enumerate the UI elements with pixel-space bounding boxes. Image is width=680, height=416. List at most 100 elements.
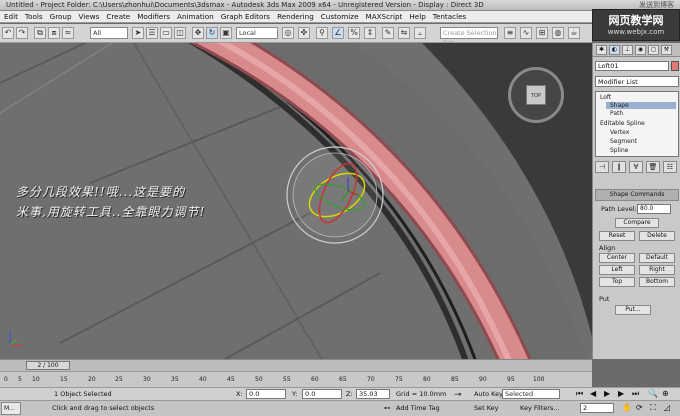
menu-animation[interactable]: Animation <box>177 12 214 21</box>
y-coordinate-field[interactable]: 0.0 <box>302 389 342 399</box>
align-icon[interactable]: ⫠ <box>414 27 426 39</box>
stack-item-segment[interactable]: Segment <box>610 138 637 145</box>
stack-item-spline[interactable]: Spline <box>610 147 628 154</box>
rotate-gizmo[interactable] <box>286 146 384 244</box>
align-center-button[interactable]: Center <box>599 253 635 263</box>
align-left-button[interactable]: Left <box>599 265 635 275</box>
menu-rendering[interactable]: Rendering <box>277 12 314 21</box>
maximize-viewport-icon[interactable]: ⛶ <box>650 403 656 413</box>
menu-tentacles[interactable]: Tentacles <box>433 12 466 21</box>
play-icon[interactable]: ▶ <box>604 389 610 398</box>
menu-views[interactable]: Views <box>79 12 100 21</box>
hierarchy-tab-icon[interactable]: ⊥ <box>622 45 633 55</box>
configure-modifier-sets-icon[interactable]: ☷ <box>663 161 677 173</box>
zoom-icon[interactable]: 🔍 <box>648 389 658 398</box>
align-right-button[interactable]: Right <box>639 265 675 275</box>
viewcube[interactable]: TOP <box>508 67 564 123</box>
remove-modifier-icon[interactable]: 🗑 <box>646 161 660 173</box>
next-frame-icon[interactable]: ▶ <box>618 389 624 398</box>
menu-modifiers[interactable]: Modifiers <box>137 12 170 21</box>
schematic-view-icon[interactable]: ⊞ <box>536 27 548 39</box>
snaps-toggle-icon[interactable]: ⚲ <box>316 27 328 39</box>
align-top-button[interactable]: Top <box>599 277 635 287</box>
object-name-field[interactable]: Loft01 <box>595 61 669 71</box>
menu-maxscript[interactable]: MAXScript <box>366 12 403 21</box>
bind-spacewarp-icon[interactable]: ≈ <box>62 27 74 39</box>
compare-button[interactable]: Compare <box>615 218 659 228</box>
select-by-name-icon[interactable]: ☰ <box>146 27 158 39</box>
track-bar[interactable]: 0 5 10 15 20 25 30 35 40 45 50 55 60 65 … <box>0 371 592 387</box>
unlink-icon[interactable]: ⧈ <box>48 27 60 39</box>
stack-item-vertex[interactable]: Vertex <box>610 129 629 136</box>
reset-button[interactable]: Reset <box>599 231 635 241</box>
mirror-icon[interactable]: ⇋ <box>398 27 410 39</box>
menu-group[interactable]: Group <box>50 12 72 21</box>
make-unique-icon[interactable]: ∀ <box>629 161 643 173</box>
render-setup-icon[interactable]: ☕ <box>568 27 580 39</box>
motion-tab-icon[interactable]: ◉ <box>635 45 646 55</box>
current-frame-field[interactable]: 2 <box>580 403 614 413</box>
angle-snap-icon[interactable]: ∠ <box>332 27 344 39</box>
z-coordinate-field[interactable]: 35.03 <box>356 389 390 399</box>
menu-create[interactable]: Create <box>106 12 130 21</box>
viewport-perspective[interactable]: TOP 多分几段效果!!哦...这是要的 米事,用旋转工具..全靠眼力调节! <box>0 43 592 359</box>
pin-stack-icon[interactable]: ⊣ <box>595 161 609 173</box>
stack-item-shape[interactable]: Shape <box>606 102 676 109</box>
select-object-icon[interactable]: ➤ <box>132 27 144 39</box>
prev-frame-icon[interactable]: ◀ <box>590 389 596 398</box>
object-color-swatch[interactable] <box>671 61 679 71</box>
stack-item-path[interactable]: Path <box>610 110 623 117</box>
put-button[interactable]: Put... <box>615 305 651 315</box>
zoom-all-icon[interactable]: ⊕ <box>662 389 669 398</box>
show-end-result-icon[interactable]: ❙ <box>612 161 626 173</box>
create-tab-icon[interactable]: ✱ <box>596 45 607 55</box>
select-manipulate-icon[interactable]: ✜ <box>298 27 310 39</box>
modifier-list-dropdown[interactable]: Modifier List <box>595 76 679 87</box>
move-icon[interactable]: ✥ <box>192 27 204 39</box>
selection-filter-dropdown[interactable]: All <box>90 27 128 39</box>
add-time-tag[interactable]: Add Time Tag <box>396 404 440 412</box>
goto-start-icon[interactable]: ⏮ <box>576 389 583 399</box>
set-key-button[interactable]: Set Key <box>474 404 499 412</box>
undo-icon[interactable]: ↶ <box>2 27 14 39</box>
time-slider[interactable]: 2 / 100 <box>0 359 592 371</box>
menu-edit[interactable]: Edit <box>4 12 18 21</box>
rotate-icon[interactable]: ↻ <box>206 27 218 39</box>
time-slider-thumb[interactable]: 2 / 100 <box>26 361 70 370</box>
pivot-center-icon[interactable]: ◎ <box>282 27 294 39</box>
auto-key-button[interactable]: Auto Key <box>474 390 503 398</box>
maxscript-listener[interactable]: M... <box>1 402 21 415</box>
menu-graph-editors[interactable]: Graph Editors <box>221 12 270 21</box>
curve-editor-icon[interactable]: ∿ <box>520 27 532 39</box>
path-level-spinner[interactable]: 80.0 <box>637 204 671 214</box>
stack-item-loft[interactable]: Loft <box>600 94 611 101</box>
x-coordinate-field[interactable]: 0.0 <box>246 389 286 399</box>
orbit-icon[interactable]: ⟳ <box>636 403 643 412</box>
material-editor-icon[interactable]: ◍ <box>552 27 564 39</box>
named-selection-dropdown[interactable]: Create Selection Set <box>440 27 498 47</box>
redo-icon[interactable]: ↷ <box>16 27 28 39</box>
goto-end-icon[interactable]: ⏭ <box>632 389 639 399</box>
percent-snap-icon[interactable]: % <box>348 27 360 39</box>
reference-coord-dropdown[interactable]: Local <box>236 27 278 39</box>
pan-icon[interactable]: ✋ <box>622 403 632 412</box>
field-of-view-icon[interactable]: ◿ <box>664 403 670 412</box>
align-bottom-button[interactable]: Bottom <box>639 277 675 287</box>
menu-customize[interactable]: Customize <box>321 12 359 21</box>
key-mode-dropdown[interactable]: Selected <box>502 389 560 399</box>
delete-button[interactable]: Delete <box>639 231 675 241</box>
menu-help[interactable]: Help <box>409 12 425 21</box>
align-default-button[interactable]: Default <box>639 253 675 263</box>
utilities-tab-icon[interactable]: ⚒ <box>661 45 672 55</box>
menu-tools[interactable]: Tools <box>25 12 43 21</box>
shape-commands-rollout[interactable]: Shape Commands <box>595 189 679 201</box>
add-time-tag-icon[interactable]: ⊷ <box>384 404 391 412</box>
spinner-snap-icon[interactable]: ⇕ <box>364 27 376 39</box>
window-crossing-icon[interactable]: ◫ <box>174 27 186 39</box>
scale-icon[interactable]: ▣ <box>220 27 232 39</box>
viewcube-face[interactable]: TOP <box>526 85 546 105</box>
rect-selection-icon[interactable]: ▭ <box>160 27 172 39</box>
display-tab-icon[interactable]: ▢ <box>648 45 659 55</box>
stack-item-editable-spline[interactable]: Editable Spline <box>600 120 645 127</box>
edit-named-selection-icon[interactable]: ✎ <box>382 27 394 39</box>
